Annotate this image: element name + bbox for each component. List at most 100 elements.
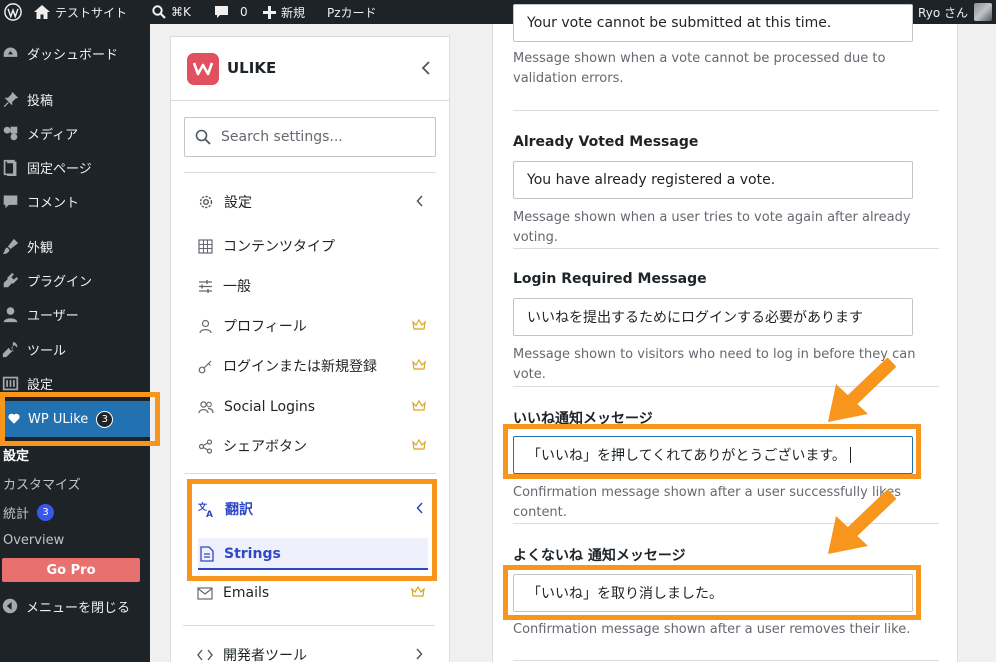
- menu-tools[interactable]: ツール: [0, 334, 150, 364]
- home-icon: [34, 5, 50, 19]
- ulike-header: ULIKE: [171, 37, 449, 101]
- nav-general[interactable]: 一般: [198, 271, 426, 301]
- nav-label: 設定: [224, 195, 252, 211]
- comments-count: 0: [240, 5, 248, 19]
- share-icon: [198, 438, 213, 454]
- divider: [184, 172, 436, 173]
- field-label: Already Voted Message: [513, 134, 699, 150]
- avatar[interactable]: [974, 3, 992, 21]
- menu-pages[interactable]: 固定ページ: [0, 152, 150, 182]
- collapse-icon: [2, 598, 18, 614]
- field-label: Login Required Message: [513, 271, 707, 287]
- nav-developer-tools[interactable]: 開発者ツール: [197, 640, 425, 662]
- pin-icon: [3, 91, 19, 107]
- ulike-logo-icon: [187, 53, 219, 85]
- wrench-icon: [2, 341, 18, 357]
- new-content-button[interactable]: 新規: [263, 0, 305, 24]
- stats-badge: 3: [37, 503, 55, 521]
- command-palette-button[interactable]: ⌘K: [152, 0, 191, 24]
- nav-social-logins[interactable]: Social Logins: [198, 392, 426, 422]
- wordpress-logo-icon[interactable]: [4, 0, 22, 24]
- arrow-icon: [828, 490, 896, 554]
- nav-share-buttons[interactable]: シェアボタン: [198, 431, 426, 461]
- nav-settings[interactable]: 設定: [198, 187, 426, 217]
- dashboard-icon: [3, 47, 18, 57]
- input-value: 「いいね」を取り消しました。: [527, 586, 723, 602]
- crown-icon: [412, 359, 426, 370]
- go-pro-button[interactable]: Go Pro: [2, 558, 140, 582]
- comment-icon: [215, 6, 228, 18]
- new-label: 新規: [281, 5, 306, 20]
- menu-media[interactable]: メディア: [0, 118, 150, 148]
- nav-label: Emails: [223, 585, 270, 601]
- vote-error-input[interactable]: Your vote cannot be submitted at this ti…: [513, 4, 913, 42]
- field-label: よくないね 通知メッセージ: [513, 548, 686, 564]
- menu-label: メニューを閉じる: [26, 600, 131, 616]
- submenu-overview[interactable]: Overview: [0, 528, 150, 552]
- divider: [183, 625, 435, 626]
- crown-icon: [412, 319, 426, 330]
- code-icon: [197, 649, 213, 661]
- submenu-settings[interactable]: 設定: [0, 442, 150, 466]
- menu-label: ユーザー: [27, 308, 79, 324]
- menu-posts[interactable]: 投稿: [0, 84, 150, 114]
- menu-plugins[interactable]: プラグイン: [0, 265, 150, 295]
- unlike-notice-input[interactable]: 「いいね」を取り消しました。: [513, 574, 913, 612]
- menu-label: ツール: [27, 343, 67, 359]
- menu-appearance[interactable]: 外観: [0, 231, 150, 261]
- menu-settings[interactable]: 設定: [0, 368, 150, 398]
- menu-label: プラグイン: [27, 274, 93, 290]
- grid-icon: [198, 238, 213, 254]
- divider: [513, 660, 939, 661]
- field-help: Message shown when a user tries to vote …: [513, 210, 911, 245]
- menu-label: 設定: [27, 377, 54, 393]
- nav-translation[interactable]: 文A 翻訳: [198, 494, 426, 524]
- submenu-label: 設定: [3, 448, 30, 464]
- menu-dashboard[interactable]: ダッシュボード: [0, 38, 150, 68]
- users-icon: [198, 400, 214, 413]
- settings-search-input[interactable]: Search settings...: [184, 117, 436, 157]
- plugin-icon: [3, 272, 19, 287]
- comment-icon: [3, 195, 18, 208]
- nav-label: 一般: [223, 279, 251, 295]
- chevron-left-icon: [416, 195, 423, 207]
- already-voted-input[interactable]: You have already registered a vote.: [513, 161, 913, 199]
- collapse-menu-button[interactable]: メニューを閉じる: [0, 591, 150, 621]
- nav-label: Social Logins: [224, 399, 316, 415]
- comments-link[interactable]: 0: [214, 0, 248, 24]
- brush-icon: [2, 238, 19, 254]
- nav-profile[interactable]: プロフィール: [198, 311, 426, 341]
- menu-label: 投稿: [27, 93, 54, 109]
- nav-label: コンテンツタイプ: [223, 239, 335, 255]
- menu-label: 外観: [27, 240, 54, 256]
- media-icon: [3, 126, 18, 140]
- chevron-left-icon[interactable]: [421, 61, 431, 75]
- nav-emails[interactable]: Emails: [197, 578, 425, 608]
- input-value: 「いいね」を押してくれてありがとうございます。: [527, 448, 846, 464]
- pz-card-link[interactable]: Pzカード: [327, 0, 377, 24]
- nav-content-types[interactable]: コンテンツタイプ: [198, 231, 426, 261]
- site-name-link[interactable]: テストサイト: [34, 0, 127, 24]
- submenu-stats[interactable]: 統計 3: [0, 500, 150, 524]
- divider: [513, 248, 939, 249]
- nav-login-register[interactable]: ログインまたは新規登録: [198, 351, 426, 381]
- nav-label: プロフィール: [223, 319, 307, 335]
- nav-label: Strings: [224, 546, 281, 562]
- search-icon: [152, 5, 166, 19]
- menu-comments[interactable]: コメント: [0, 186, 150, 216]
- menu-label: ダッシュボード: [27, 47, 119, 63]
- nav-label: シェアボタン: [223, 439, 307, 455]
- menu-wp-ulike[interactable]: WP ULike 3: [0, 401, 150, 437]
- pz-card-label: Pzカード: [327, 5, 377, 20]
- submenu-label: カスタマイズ: [3, 477, 81, 493]
- login-required-input[interactable]: いいねを提出するためにログインする必要があります: [513, 298, 913, 336]
- crown-icon: [412, 400, 426, 411]
- key-icon: [198, 360, 212, 373]
- mail-icon: [197, 586, 213, 600]
- nav-strings[interactable]: Strings: [200, 539, 420, 569]
- submenu-customize[interactable]: カスタマイズ: [0, 471, 150, 495]
- search-placeholder: Search settings...: [221, 129, 343, 145]
- menu-users[interactable]: ユーザー: [0, 299, 150, 329]
- like-notice-input[interactable]: 「いいね」を押してくれてありがとうございます。: [513, 436, 913, 474]
- chevron-right-icon: [416, 648, 423, 660]
